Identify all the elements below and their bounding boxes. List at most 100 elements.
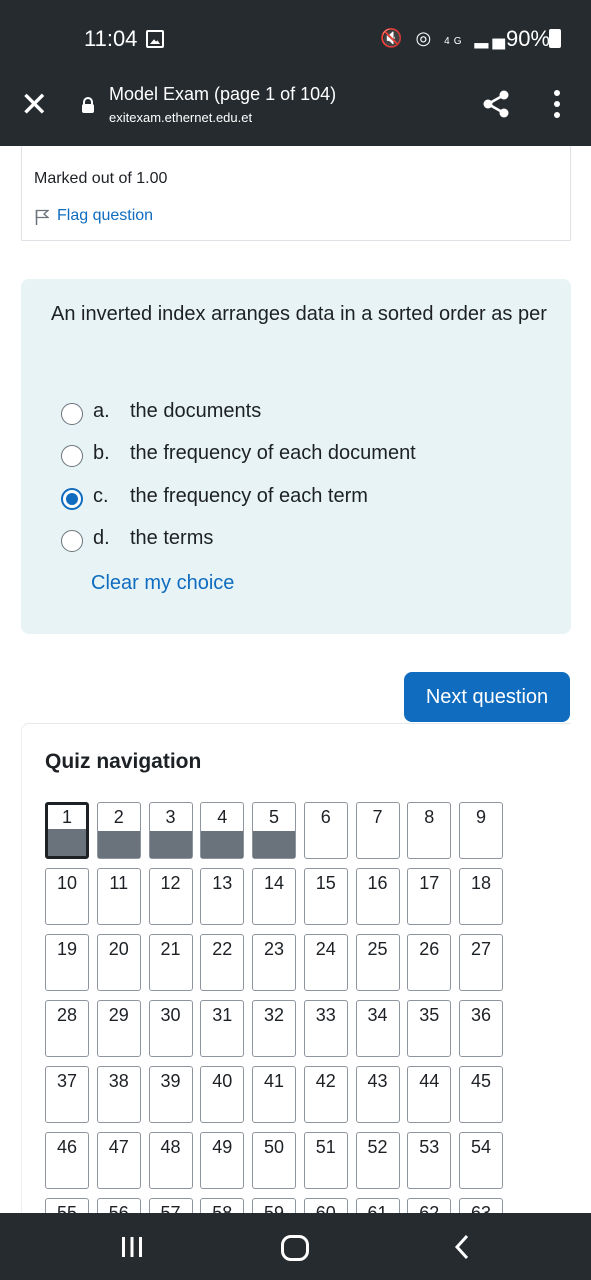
quiz-nav-button-32[interactable]: 32 — [252, 1000, 296, 1057]
quiz-nav-button-43[interactable]: 43 — [355, 1066, 400, 1123]
close-icon[interactable]: ✕ — [20, 88, 49, 122]
back-icon[interactable] — [452, 1233, 472, 1261]
quiz-nav-button-10[interactable]: 10 — [45, 868, 89, 925]
quiz-nav-number: 9 — [475, 807, 486, 827]
lock-icon — [82, 97, 94, 113]
quiz-nav-button-28[interactable]: 28 — [45, 1000, 89, 1057]
quiz-nav-number: 2 — [113, 807, 124, 827]
recent-apps-icon[interactable] — [119, 1236, 145, 1258]
quiz-nav-button-39[interactable]: 39 — [148, 1066, 193, 1123]
quiz-nav-button-48[interactable]: 48 — [148, 1132, 193, 1189]
quiz-nav-number: 38 — [108, 1071, 129, 1091]
flag-question-link[interactable]: Flag question — [57, 207, 153, 225]
battery-icon — [549, 29, 561, 48]
option-b-radio[interactable] — [61, 445, 83, 467]
quiz-nav-button-4[interactable]: 4 — [200, 802, 245, 859]
quiz-nav-button-52[interactable]: 52 — [355, 1132, 400, 1189]
quiz-nav-button-54[interactable]: 54 — [459, 1132, 503, 1189]
quiz-nav-number: 53 — [419, 1137, 440, 1157]
quiz-nav-button-29[interactable]: 29 — [96, 1000, 141, 1057]
quiz-nav-button-62[interactable]: 62 — [407, 1198, 452, 1213]
option-c-radio[interactable] — [61, 488, 83, 510]
option-d-radio[interactable] — [61, 530, 83, 552]
option-d[interactable]: d. the terms — [61, 525, 541, 555]
quiz-nav-number: 33 — [315, 1005, 336, 1025]
quiz-nav-button-42[interactable]: 42 — [303, 1066, 348, 1123]
quiz-nav-button-35[interactable]: 35 — [407, 1000, 452, 1057]
share-icon[interactable] — [480, 88, 512, 120]
quiz-nav-button-63[interactable]: 63 — [459, 1198, 503, 1213]
flag-icon[interactable] — [35, 209, 49, 225]
quiz-nav-button-34[interactable]: 34 — [355, 1000, 400, 1057]
quiz-nav-button-14[interactable]: 14 — [252, 868, 296, 925]
quiz-nav-button-55[interactable]: 55 — [45, 1198, 89, 1213]
quiz-nav-button-8[interactable]: 8 — [407, 802, 452, 859]
quiz-nav-button-6[interactable]: 6 — [303, 802, 348, 859]
quiz-nav-button-37[interactable]: 37 — [45, 1066, 89, 1123]
quiz-nav-button-36[interactable]: 36 — [459, 1000, 503, 1057]
quiz-nav-button-17[interactable]: 17 — [407, 868, 452, 925]
quiz-nav-button-51[interactable]: 51 — [303, 1132, 348, 1189]
quiz-nav-button-13[interactable]: 13 — [200, 868, 245, 925]
quiz-nav-button-58[interactable]: 58 — [200, 1198, 245, 1213]
quiz-nav-button-45[interactable]: 45 — [459, 1066, 503, 1123]
quiz-nav-button-40[interactable]: 40 — [200, 1066, 245, 1123]
option-text: the frequency of each document — [130, 442, 416, 464]
quiz-nav-button-16[interactable]: 16 — [355, 868, 400, 925]
quiz-nav-number: 59 — [263, 1203, 285, 1213]
quiz-nav-button-21[interactable]: 21 — [148, 934, 193, 991]
more-options-icon[interactable] — [550, 88, 564, 120]
quiz-nav-button-15[interactable]: 15 — [303, 868, 348, 925]
quiz-nav-button-26[interactable]: 26 — [407, 934, 452, 991]
quiz-nav-number: 28 — [56, 1005, 78, 1025]
quiz-nav-button-53[interactable]: 53 — [407, 1132, 452, 1189]
quiz-nav-button-59[interactable]: 59 — [252, 1198, 296, 1213]
quiz-nav-button-47[interactable]: 47 — [96, 1132, 141, 1189]
battery-percentage: 90% — [506, 26, 551, 51]
quiz-nav-button-49[interactable]: 49 — [200, 1132, 245, 1189]
quiz-nav-button-22[interactable]: 22 — [200, 934, 245, 991]
quiz-nav-button-7[interactable]: 7 — [355, 802, 400, 859]
quiz-nav-button-2[interactable]: 2 — [96, 802, 141, 859]
quiz-nav-button-9[interactable]: 9 — [459, 802, 503, 859]
quiz-nav-button-20[interactable]: 20 — [96, 934, 141, 991]
quiz-nav-button-1[interactable]: 1 — [45, 802, 89, 859]
quiz-nav-button-23[interactable]: 23 — [252, 934, 296, 991]
quiz-nav-button-24[interactable]: 24 — [303, 934, 348, 991]
quiz-nav-button-11[interactable]: 11 — [96, 868, 141, 925]
quiz-nav-button-12[interactable]: 12 — [148, 868, 193, 925]
home-icon[interactable] — [281, 1235, 309, 1261]
quiz-nav-button-18[interactable]: 18 — [459, 868, 503, 925]
quiz-nav-button-60[interactable]: 60 — [303, 1198, 348, 1213]
quiz-nav-button-3[interactable]: 3 — [148, 802, 193, 859]
quiz-nav-button-57[interactable]: 57 — [148, 1198, 193, 1213]
system-navigation-bar — [0, 1213, 591, 1280]
quiz-nav-number: 20 — [108, 939, 129, 959]
clear-choice-link[interactable]: Clear my choice — [91, 572, 234, 595]
quiz-nav-button-61[interactable]: 61 — [355, 1198, 400, 1213]
quiz-nav-button-25[interactable]: 25 — [355, 934, 400, 991]
option-c[interactable]: c. the frequency of each term — [61, 483, 541, 513]
quiz-nav-number: 37 — [56, 1071, 78, 1091]
quiz-nav-number: 15 — [315, 873, 336, 893]
quiz-nav-number: 1 — [61, 807, 72, 827]
quiz-nav-button-50[interactable]: 50 — [252, 1132, 296, 1189]
quiz-nav-button-27[interactable]: 27 — [459, 934, 503, 991]
quiz-nav-button-5[interactable]: 5 — [252, 802, 296, 859]
option-a[interactable]: a. the documents — [61, 398, 541, 428]
quiz-nav-button-46[interactable]: 46 — [45, 1132, 89, 1189]
quiz-nav-button-38[interactable]: 38 — [96, 1066, 141, 1123]
quiz-nav-button-31[interactable]: 31 — [200, 1000, 245, 1057]
mute-icon: 🔇 — [380, 28, 407, 48]
quiz-nav-button-41[interactable]: 41 — [252, 1066, 296, 1123]
quiz-nav-button-19[interactable]: 19 — [45, 934, 89, 991]
option-text: the frequency of each term — [130, 485, 368, 507]
option-b[interactable]: b. the frequency of each document — [61, 440, 541, 470]
option-text: the documents — [130, 400, 262, 422]
option-a-radio[interactable] — [61, 403, 83, 425]
quiz-nav-button-30[interactable]: 30 — [148, 1000, 193, 1057]
next-question-button[interactable]: Next question — [404, 672, 570, 722]
quiz-nav-button-44[interactable]: 44 — [407, 1066, 452, 1123]
quiz-nav-button-56[interactable]: 56 — [96, 1198, 141, 1213]
quiz-nav-button-33[interactable]: 33 — [303, 1000, 348, 1057]
